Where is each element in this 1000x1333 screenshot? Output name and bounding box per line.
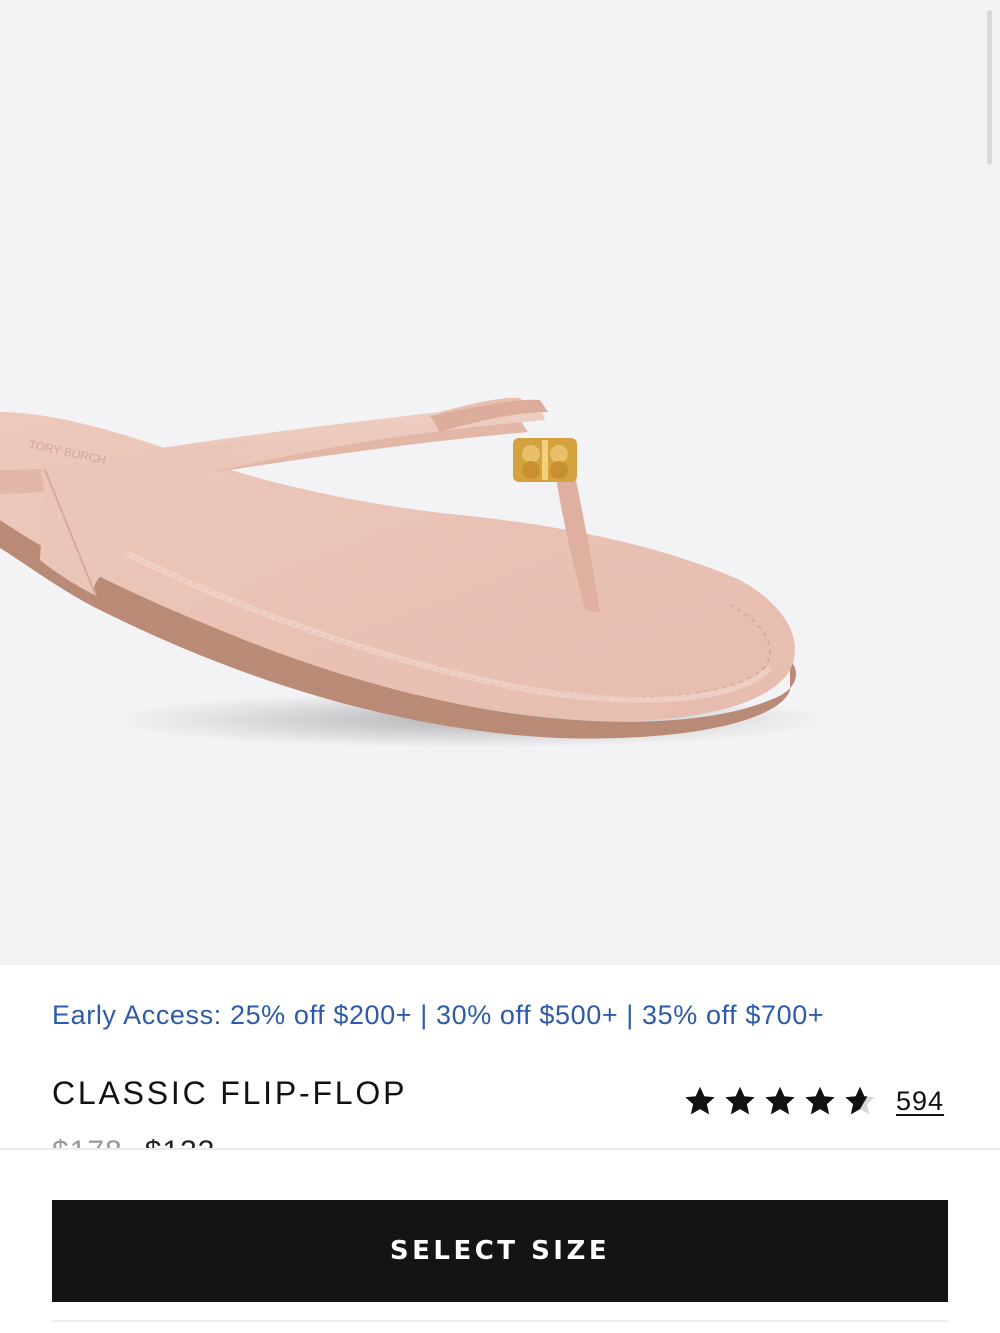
- rating-stars: [682, 1083, 882, 1119]
- product-image[interactable]: TORY BURCH: [0, 0, 1000, 965]
- promo-banner[interactable]: Early Access: 25% off $200+ | 30% off $5…: [52, 1001, 932, 1029]
- sticky-footer: SELECT SIZE: [0, 1148, 1000, 1333]
- logo-hardware-icon: [513, 438, 577, 482]
- flip-flop-illustration: TORY BURCH: [0, 397, 830, 748]
- star-icon: [685, 1086, 715, 1115]
- image-scrollbar[interactable]: [987, 10, 992, 165]
- star-half-icon: [845, 1086, 875, 1115]
- product-title: CLASSIC FLIP-FLOP: [52, 1075, 408, 1111]
- star-icon: [805, 1086, 835, 1115]
- star-icon: [765, 1086, 795, 1115]
- review-count-link[interactable]: 594: [896, 1086, 944, 1117]
- product-rating[interactable]: 594: [682, 1082, 944, 1120]
- product-page: TORY BURCH Early Access: 25% off $200+ |…: [0, 0, 1000, 1333]
- select-size-button[interactable]: SELECT SIZE: [52, 1200, 948, 1302]
- product-info: Early Access: 25% off $200+ | 30% off $5…: [0, 965, 1000, 1150]
- star-icon: [725, 1086, 755, 1115]
- footer-divider: [52, 1320, 948, 1322]
